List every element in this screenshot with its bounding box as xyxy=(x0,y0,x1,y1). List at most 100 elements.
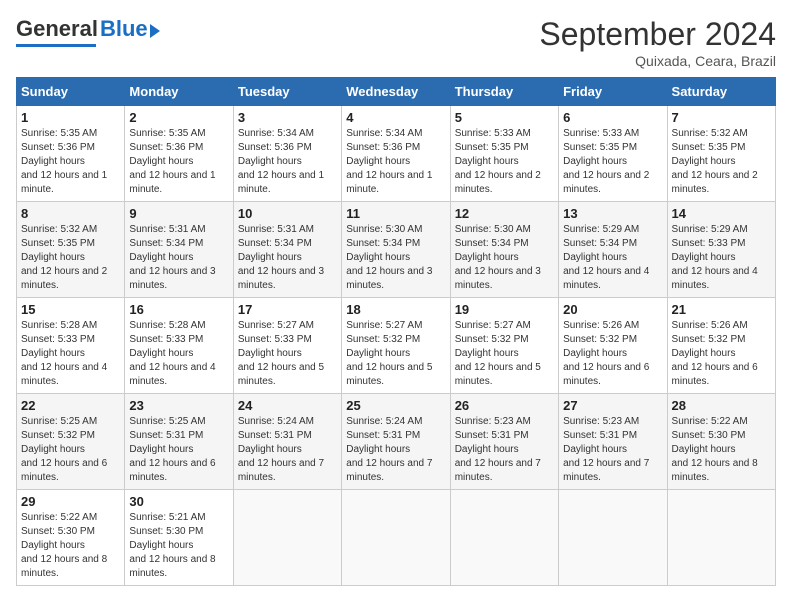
day-info: Sunrise: 5:35 AMSunset: 5:36 PMDaylight … xyxy=(21,128,107,195)
day-info: Sunrise: 5:33 AMSunset: 5:35 PMDaylight … xyxy=(455,128,541,195)
calendar-cell: 21 Sunrise: 5:26 AMSunset: 5:32 PMDaylig… xyxy=(667,298,775,394)
day-info: Sunrise: 5:26 AMSunset: 5:32 PMDaylight … xyxy=(563,320,649,387)
calendar-week-row: 29 Sunrise: 5:22 AMSunset: 5:30 PMDaylig… xyxy=(17,490,776,586)
month-title: September 2024 xyxy=(539,16,776,53)
day-number: 23 xyxy=(129,398,228,413)
header-monday: Monday xyxy=(125,78,233,106)
day-info: Sunrise: 5:34 AMSunset: 5:36 PMDaylight … xyxy=(346,128,432,195)
day-info: Sunrise: 5:35 AMSunset: 5:36 PMDaylight … xyxy=(129,128,215,195)
calendar-cell: 27 Sunrise: 5:23 AMSunset: 5:31 PMDaylig… xyxy=(559,394,667,490)
calendar-cell: 6 Sunrise: 5:33 AMSunset: 5:35 PMDayligh… xyxy=(559,106,667,202)
day-number: 22 xyxy=(21,398,120,413)
calendar-cell: 30 Sunrise: 5:21 AMSunset: 5:30 PMDaylig… xyxy=(125,490,233,586)
day-info: Sunrise: 5:31 AMSunset: 5:34 PMDaylight … xyxy=(129,224,215,291)
calendar-header-row: SundayMondayTuesdayWednesdayThursdayFrid… xyxy=(17,78,776,106)
day-number: 30 xyxy=(129,494,228,509)
calendar-week-row: 1 Sunrise: 5:35 AMSunset: 5:36 PMDayligh… xyxy=(17,106,776,202)
calendar-cell: 1 Sunrise: 5:35 AMSunset: 5:36 PMDayligh… xyxy=(17,106,125,202)
calendar-cell: 19 Sunrise: 5:27 AMSunset: 5:32 PMDaylig… xyxy=(450,298,558,394)
calendar-cell xyxy=(559,490,667,586)
day-info: Sunrise: 5:23 AMSunset: 5:31 PMDaylight … xyxy=(455,416,541,483)
day-number: 11 xyxy=(346,206,445,221)
day-info: Sunrise: 5:24 AMSunset: 5:31 PMDaylight … xyxy=(346,416,432,483)
calendar-cell: 7 Sunrise: 5:32 AMSunset: 5:35 PMDayligh… xyxy=(667,106,775,202)
calendar-cell: 14 Sunrise: 5:29 AMSunset: 5:33 PMDaylig… xyxy=(667,202,775,298)
day-number: 21 xyxy=(672,302,771,317)
logo-general-text: General xyxy=(16,16,98,42)
calendar-cell: 4 Sunrise: 5:34 AMSunset: 5:36 PMDayligh… xyxy=(342,106,450,202)
day-info: Sunrise: 5:27 AMSunset: 5:32 PMDaylight … xyxy=(346,320,432,387)
calendar-cell: 28 Sunrise: 5:22 AMSunset: 5:30 PMDaylig… xyxy=(667,394,775,490)
day-number: 10 xyxy=(238,206,337,221)
calendar-cell: 13 Sunrise: 5:29 AMSunset: 5:34 PMDaylig… xyxy=(559,202,667,298)
day-info: Sunrise: 5:30 AMSunset: 5:34 PMDaylight … xyxy=(346,224,432,291)
calendar-week-row: 8 Sunrise: 5:32 AMSunset: 5:35 PMDayligh… xyxy=(17,202,776,298)
title-block: September 2024 Quixada, Ceara, Brazil xyxy=(539,16,776,69)
calendar-cell xyxy=(342,490,450,586)
logo: General Blue xyxy=(16,16,160,47)
day-info: Sunrise: 5:26 AMSunset: 5:32 PMDaylight … xyxy=(672,320,758,387)
header-sunday: Sunday xyxy=(17,78,125,106)
calendar-cell xyxy=(667,490,775,586)
day-info: Sunrise: 5:27 AMSunset: 5:33 PMDaylight … xyxy=(238,320,324,387)
calendar-cell: 3 Sunrise: 5:34 AMSunset: 5:36 PMDayligh… xyxy=(233,106,341,202)
calendar-table: SundayMondayTuesdayWednesdayThursdayFrid… xyxy=(16,77,776,586)
calendar-cell: 29 Sunrise: 5:22 AMSunset: 5:30 PMDaylig… xyxy=(17,490,125,586)
day-number: 28 xyxy=(672,398,771,413)
day-number: 1 xyxy=(21,110,120,125)
day-number: 14 xyxy=(672,206,771,221)
day-number: 5 xyxy=(455,110,554,125)
day-number: 13 xyxy=(563,206,662,221)
day-number: 9 xyxy=(129,206,228,221)
header-friday: Friday xyxy=(559,78,667,106)
calendar-cell: 5 Sunrise: 5:33 AMSunset: 5:35 PMDayligh… xyxy=(450,106,558,202)
logo-arrow-icon xyxy=(150,24,160,38)
header-wednesday: Wednesday xyxy=(342,78,450,106)
calendar-cell: 9 Sunrise: 5:31 AMSunset: 5:34 PMDayligh… xyxy=(125,202,233,298)
day-info: Sunrise: 5:31 AMSunset: 5:34 PMDaylight … xyxy=(238,224,324,291)
day-info: Sunrise: 5:25 AMSunset: 5:31 PMDaylight … xyxy=(129,416,215,483)
day-number: 20 xyxy=(563,302,662,317)
day-number: 16 xyxy=(129,302,228,317)
calendar-cell: 15 Sunrise: 5:28 AMSunset: 5:33 PMDaylig… xyxy=(17,298,125,394)
calendar-cell: 24 Sunrise: 5:24 AMSunset: 5:31 PMDaylig… xyxy=(233,394,341,490)
day-number: 7 xyxy=(672,110,771,125)
calendar-cell: 10 Sunrise: 5:31 AMSunset: 5:34 PMDaylig… xyxy=(233,202,341,298)
calendar-cell: 2 Sunrise: 5:35 AMSunset: 5:36 PMDayligh… xyxy=(125,106,233,202)
day-info: Sunrise: 5:23 AMSunset: 5:31 PMDaylight … xyxy=(563,416,649,483)
day-info: Sunrise: 5:30 AMSunset: 5:34 PMDaylight … xyxy=(455,224,541,291)
day-number: 15 xyxy=(21,302,120,317)
calendar-cell: 18 Sunrise: 5:27 AMSunset: 5:32 PMDaylig… xyxy=(342,298,450,394)
day-info: Sunrise: 5:33 AMSunset: 5:35 PMDaylight … xyxy=(563,128,649,195)
day-number: 19 xyxy=(455,302,554,317)
page-header: General Blue September 2024 Quixada, Cea… xyxy=(16,16,776,69)
calendar-cell: 11 Sunrise: 5:30 AMSunset: 5:34 PMDaylig… xyxy=(342,202,450,298)
day-info: Sunrise: 5:32 AMSunset: 5:35 PMDaylight … xyxy=(21,224,107,291)
calendar-cell: 26 Sunrise: 5:23 AMSunset: 5:31 PMDaylig… xyxy=(450,394,558,490)
day-number: 29 xyxy=(21,494,120,509)
day-number: 6 xyxy=(563,110,662,125)
day-number: 3 xyxy=(238,110,337,125)
day-number: 8 xyxy=(21,206,120,221)
day-info: Sunrise: 5:24 AMSunset: 5:31 PMDaylight … xyxy=(238,416,324,483)
day-info: Sunrise: 5:32 AMSunset: 5:35 PMDaylight … xyxy=(672,128,758,195)
day-info: Sunrise: 5:25 AMSunset: 5:32 PMDaylight … xyxy=(21,416,107,483)
day-number: 12 xyxy=(455,206,554,221)
day-info: Sunrise: 5:21 AMSunset: 5:30 PMDaylight … xyxy=(129,512,215,579)
location-subtitle: Quixada, Ceara, Brazil xyxy=(539,53,776,69)
day-info: Sunrise: 5:34 AMSunset: 5:36 PMDaylight … xyxy=(238,128,324,195)
calendar-cell: 20 Sunrise: 5:26 AMSunset: 5:32 PMDaylig… xyxy=(559,298,667,394)
day-info: Sunrise: 5:27 AMSunset: 5:32 PMDaylight … xyxy=(455,320,541,387)
calendar-cell: 23 Sunrise: 5:25 AMSunset: 5:31 PMDaylig… xyxy=(125,394,233,490)
day-info: Sunrise: 5:28 AMSunset: 5:33 PMDaylight … xyxy=(129,320,215,387)
day-info: Sunrise: 5:22 AMSunset: 5:30 PMDaylight … xyxy=(21,512,107,579)
day-number: 24 xyxy=(238,398,337,413)
header-saturday: Saturday xyxy=(667,78,775,106)
header-thursday: Thursday xyxy=(450,78,558,106)
day-info: Sunrise: 5:28 AMSunset: 5:33 PMDaylight … xyxy=(21,320,107,387)
day-number: 25 xyxy=(346,398,445,413)
day-number: 26 xyxy=(455,398,554,413)
day-number: 2 xyxy=(129,110,228,125)
calendar-cell: 8 Sunrise: 5:32 AMSunset: 5:35 PMDayligh… xyxy=(17,202,125,298)
calendar-cell xyxy=(233,490,341,586)
